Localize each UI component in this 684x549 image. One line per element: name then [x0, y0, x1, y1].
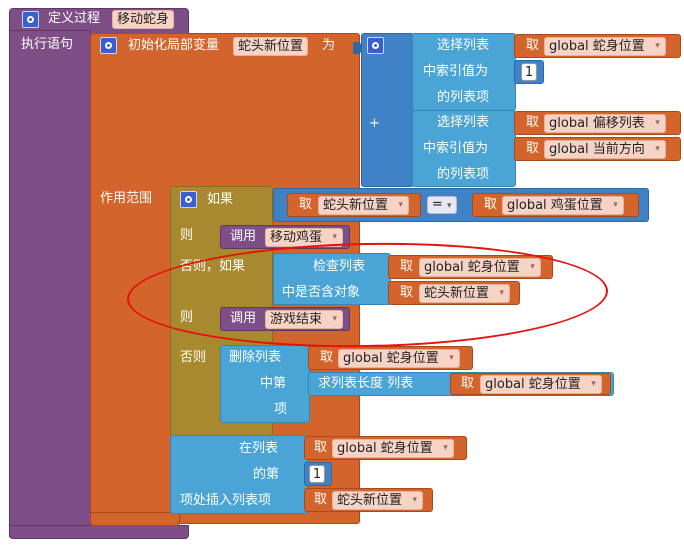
insert-line3: 项处插入列表项	[180, 493, 272, 508]
plus-gear-icon[interactable]	[367, 37, 384, 54]
select2-index-value: global 当前方向	[549, 142, 645, 157]
select2-line1: 选择列表	[437, 115, 490, 130]
select2-list-dropdown[interactable]: global 偏移列表 ▾	[544, 114, 666, 133]
dropdown-arrow-icon: ▾	[655, 144, 660, 154]
get-label: 取	[526, 38, 540, 53]
select2-line2: 中索引值为	[423, 141, 489, 156]
insert-index-field[interactable]: 1	[309, 465, 325, 483]
get-label: 取	[400, 259, 414, 274]
get-label: 取	[526, 141, 540, 156]
check-obj-value: 蛇头新位置	[424, 286, 490, 301]
dropdown-arrow-icon: ▾	[499, 288, 505, 298]
get-label: 取	[299, 197, 313, 212]
then-label-1: 则	[180, 228, 194, 243]
plus-block[interactable]	[361, 33, 414, 187]
check-list-value: global 蛇身位置	[424, 260, 520, 275]
select1-line3: 的列表项	[437, 90, 490, 105]
get-label: 取	[400, 285, 414, 300]
local-var-name-field[interactable]: 蛇头新位置	[233, 37, 309, 56]
then-label-2: 则	[180, 310, 194, 325]
compare-right-value: global 鸡蛋位置	[507, 198, 603, 213]
remove-list-value: global 蛇身位置	[343, 351, 439, 366]
insert-list-value: global 蛇身位置	[337, 441, 433, 456]
procedure-gear-icon[interactable]	[22, 11, 39, 28]
remove-list-dropdown[interactable]: global 蛇身位置 ▾	[338, 349, 460, 368]
dropdown-arrow-icon: ▾	[412, 495, 418, 505]
init-local-gear-icon[interactable]	[100, 37, 117, 54]
dropdown-arrow-icon: ▾	[332, 314, 338, 324]
select1-list-value: global 蛇身位置	[549, 39, 645, 54]
select2-list-value: global 偏移列表	[549, 116, 645, 131]
insert-list-dropdown[interactable]: global 蛇身位置 ▾	[332, 439, 454, 458]
remove-line2: 中第	[260, 376, 287, 391]
dropdown-arrow-icon: ▾	[449, 353, 454, 363]
scope-label: 作用范围	[100, 191, 153, 206]
check-list-dropdown[interactable]: global 蛇身位置 ▾	[419, 258, 541, 277]
call1-procedure-dropdown[interactable]: 移动鸡蛋 ▾	[265, 228, 344, 247]
procedure-name-field[interactable]: 移动蛇身	[112, 10, 175, 29]
insert-line2: 的第	[253, 467, 280, 482]
select1-line2: 中索引值为	[423, 64, 489, 79]
get-label: 取	[314, 440, 328, 455]
select2-index-dropdown[interactable]: global 当前方向 ▾	[544, 140, 666, 159]
insert-line1: 在列表	[239, 441, 279, 456]
call2-procedure-value: 游戏结束	[270, 312, 323, 327]
insert-item-dropdown[interactable]: 蛇头新位置 ▾	[332, 491, 424, 510]
select1-line1: 选择列表	[437, 38, 490, 53]
get-label: 取	[484, 197, 498, 212]
exec-label: 执行语句	[21, 37, 74, 52]
procedure-bottom	[9, 525, 189, 539]
else-if-label: 否则，如果	[180, 259, 246, 274]
if-gear-icon[interactable]	[180, 191, 197, 208]
length-list-dropdown[interactable]: global 蛇身位置 ▾	[480, 375, 602, 394]
dropdown-arrow-icon: ▾	[398, 200, 404, 210]
call-label-2: 调用	[230, 311, 257, 326]
check-list-line1: 检查列表	[313, 259, 366, 274]
compare-right-dropdown[interactable]: global 鸡蛋位置 ▾	[502, 196, 624, 215]
else-label: 否则	[180, 350, 207, 365]
get-label: 取	[314, 492, 328, 507]
compare-operator-value: =	[432, 197, 443, 212]
call-label-1: 调用	[230, 229, 257, 244]
plus-symbol: +	[369, 116, 380, 131]
check-list-line2: 中是否含对象	[282, 285, 361, 300]
select1-list-dropdown[interactable]: global 蛇身位置 ▾	[544, 37, 666, 56]
dropdown-arrow-icon: ▾	[443, 443, 448, 453]
if-label: 如果	[207, 192, 234, 207]
dropdown-arrow-icon: ▾	[530, 262, 535, 272]
compare-left-dropdown[interactable]: 蛇头新位置 ▾	[318, 196, 410, 215]
get-label: 取	[526, 115, 540, 130]
init-local-label: 初始化局部变量	[128, 38, 220, 53]
length-list-value: global 蛇身位置	[485, 377, 581, 392]
insert-item-value: 蛇头新位置	[337, 493, 403, 508]
select1-index-field[interactable]: 1	[521, 63, 537, 81]
as-label: 为	[322, 38, 336, 53]
dropdown-arrow-icon: ▾	[591, 379, 596, 389]
dropdown-arrow-icon: ▾	[332, 232, 338, 242]
plus-connector	[353, 42, 361, 54]
remove-line3: 项	[274, 402, 288, 417]
get-label: 取	[320, 350, 334, 365]
dropdown-arrow-icon: ▾	[613, 200, 618, 210]
procedure-header-label: 定义过程	[48, 11, 101, 26]
init-local-bottom	[90, 512, 180, 526]
compare-operator-dropdown[interactable]: = ▾	[427, 196, 457, 214]
get-label: 取	[461, 376, 475, 391]
check-obj-dropdown[interactable]: 蛇头新位置 ▾	[419, 284, 511, 303]
select2-line3: 的列表项	[437, 167, 490, 182]
dropdown-arrow-icon: ▾	[655, 41, 660, 51]
dropdown-arrow-icon: ▾	[447, 201, 452, 211]
procedure-body-rail	[9, 30, 91, 537]
length-of-list-label: 求列表长度 列表	[318, 376, 414, 391]
dropdown-arrow-icon: ▾	[655, 118, 660, 128]
compare-left-value: 蛇头新位置	[323, 198, 389, 213]
call1-procedure-value: 移动鸡蛋	[270, 230, 323, 245]
remove-line1: 删除列表	[229, 350, 282, 365]
call2-procedure-dropdown[interactable]: 游戏结束 ▾	[265, 310, 344, 329]
